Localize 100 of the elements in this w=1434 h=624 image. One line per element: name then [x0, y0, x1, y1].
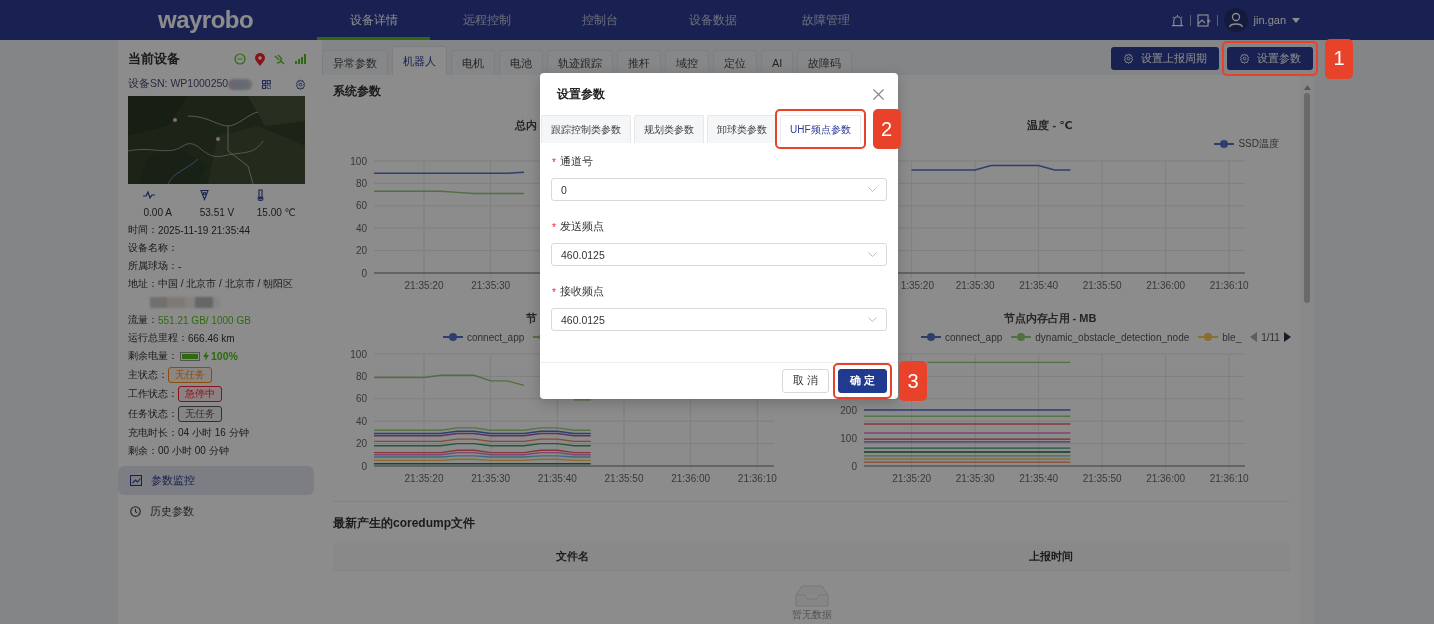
dialog-title: 设置参数 — [557, 85, 605, 103]
settings-button[interactable]: 设置参数 — [1227, 47, 1313, 70]
menu-item[interactable]: 历史参数 — [118, 496, 314, 526]
dialog-tab[interactable]: 跟踪控制类参数 — [541, 115, 631, 143]
axis-tick-label: 60 — [355, 393, 367, 405]
axis-tick-label: 21:35:40 — [537, 473, 577, 484]
tab[interactable]: 异常参数 — [322, 50, 388, 75]
axis-tick-label: 21:35:40 — [1019, 473, 1059, 484]
info-value: 04 小时 16 分钟 — [178, 425, 249, 440]
tab[interactable]: AI — [761, 50, 794, 75]
nav-tab[interactable]: 设备详情 — [317, 0, 430, 40]
axis-tick-label: 100 — [350, 348, 367, 360]
select-field[interactable]: 460.0125 — [551, 308, 887, 331]
tab[interactable]: 轨迹跟踪 — [547, 50, 613, 75]
tab[interactable]: 电机 — [451, 50, 495, 75]
clock-icon — [130, 505, 141, 517]
dialog-tab[interactable]: UHF频点参数 — [780, 115, 861, 143]
tab[interactable]: 机器人 — [392, 46, 447, 75]
axis-tick-label: 80 — [355, 370, 367, 382]
chevron-down-icon — [868, 187, 877, 192]
field-label: 接收频点 — [559, 285, 604, 299]
chevron-down-icon — [868, 252, 877, 257]
axis-tick-label: 40 — [355, 222, 367, 234]
axis-tick-label: 20 — [355, 438, 367, 450]
axis-tick-label: 21:35:30 — [471, 473, 511, 484]
tab[interactable]: 定位 — [713, 50, 757, 75]
image-icon[interactable] — [1196, 13, 1211, 27]
device-sn: 设备SN: WP1000250 — [128, 77, 229, 91]
stat-value: 53.51 V — [199, 207, 235, 218]
redacted-blur — [228, 78, 253, 90]
axis-tick-label: 0 — [851, 460, 857, 472]
axis-tick-label: 60 — [355, 200, 367, 212]
nav-tab[interactable]: 设备数据 — [656, 0, 769, 40]
nav-tab[interactable]: 控制台 — [543, 0, 656, 40]
logo: wayrobo — [158, 6, 255, 34]
info-label: 地址： — [128, 277, 158, 291]
axis-tick-label: 21:36:10 — [1209, 280, 1249, 291]
settings-button[interactable]: 设置上报周期 — [1111, 47, 1219, 70]
cancel-button[interactable]: 取 消 — [782, 369, 830, 393]
chart-icon — [130, 474, 142, 486]
dialog-tab[interactable]: 规划类参数 — [634, 115, 704, 143]
info-value: 666.46 km — [188, 332, 235, 344]
legend-label: connect_app — [467, 331, 525, 343]
axis-tick-label: 0 — [361, 460, 367, 472]
info-label: 流量： — [128, 313, 158, 327]
signal-icon — [295, 54, 306, 64]
caret-icon[interactable] — [1292, 17, 1300, 23]
axis-tick-label: 21:36:00 — [1146, 280, 1186, 291]
status-tag: 无任务 — [178, 405, 222, 422]
close-icon[interactable] — [873, 88, 884, 100]
panel-title: 当前设备 — [128, 50, 180, 68]
chart-title: 节 — [526, 310, 537, 326]
legend-label: dynamic_obstacle_detection_node — [1035, 331, 1190, 343]
axis-tick-label: 21:36:10 — [737, 473, 777, 484]
info-label: 运行总里程： — [128, 331, 188, 345]
legend-next-icon[interactable] — [1283, 332, 1291, 342]
antenna-icon — [199, 189, 209, 201]
redacted-blur — [150, 296, 220, 308]
info-label: 工作状态： — [128, 387, 178, 402]
legend-label: ble_ — [1222, 331, 1242, 343]
pulse-icon — [143, 189, 156, 201]
field-label: 通道号 — [559, 155, 593, 169]
stat-value: 0.00 A — [143, 207, 172, 218]
info-value: 2025-11-19 21:35:44 — [158, 224, 251, 236]
tab[interactable]: 域控 — [665, 50, 709, 75]
axis-tick-label: 40 — [355, 415, 367, 427]
nav-tab[interactable]: 故障管理 — [769, 0, 882, 40]
chevron-down-icon — [868, 317, 877, 322]
info-label: 剩余电量： — [128, 349, 178, 363]
field-label: 发送频点 — [559, 220, 604, 234]
qr-code-icon[interactable] — [262, 78, 271, 90]
axis-tick-label: 21:35:50 — [1082, 280, 1122, 291]
axis-tick-label: 21:35:30 — [471, 280, 511, 291]
axis-tick-label: 21:35:20 — [404, 473, 444, 484]
tab[interactable]: 电池 — [499, 50, 543, 75]
axis-tick-label: 0 — [361, 267, 367, 279]
info-label: 任务状态： — [128, 406, 178, 421]
status-tag: 急停中 — [178, 386, 222, 403]
thermometer-icon — [256, 189, 264, 201]
select-field[interactable]: 0 — [551, 178, 887, 201]
axis-tick-label: 21:35:30 — [955, 473, 995, 484]
annotation-badge: 3 — [899, 361, 927, 401]
axis-tick-label: 80 — [355, 177, 367, 189]
avatar-icon[interactable] — [1223, 8, 1248, 32]
settings-icon — [1239, 53, 1250, 64]
info-label: 主状态： — [128, 367, 168, 382]
select-field[interactable]: 460.0125 — [551, 243, 887, 266]
nav-tab[interactable]: 远程控制 — [430, 0, 543, 40]
alarm-icon[interactable] — [1170, 13, 1184, 27]
status-tag: 无任务 — [168, 366, 212, 383]
menu-item[interactable]: 参数监控 — [118, 465, 314, 495]
legend-label: SSD温度 — [1238, 137, 1279, 151]
tab[interactable]: 推杆 — [617, 50, 661, 75]
tab[interactable]: 故障码 — [797, 50, 853, 75]
dialog-tab[interactable]: 卸球类参数 — [707, 115, 777, 143]
axis-tick-label: 21:36:10 — [1209, 473, 1249, 484]
axis-tick-label: 100 — [840, 432, 857, 444]
scrollbar[interactable] — [1300, 75, 1314, 624]
confirm-button[interactable]: 确 定 — [838, 369, 887, 393]
user-name[interactable]: jin.gan — [1253, 14, 1286, 26]
